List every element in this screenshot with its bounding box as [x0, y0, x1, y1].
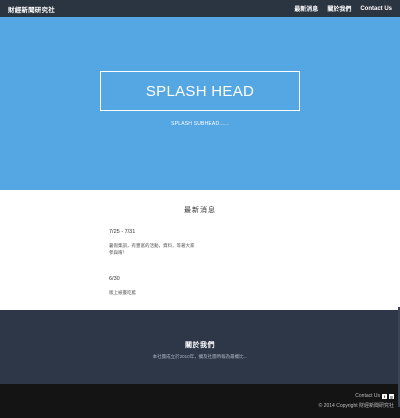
nav-link-about[interactable]: 關於我們 [327, 4, 351, 13]
splash-head-box: SPLASH HEAD [100, 71, 300, 111]
news-item-body: 暑假集訓，有豐富的活動，資料，等著大家 參與唷！ [109, 242, 259, 256]
nav-link-contact[interactable]: Contact Us [360, 6, 392, 12]
nav-link-news[interactable]: 最新消息 [294, 4, 318, 13]
news-item-body-line: 版上被臺吃藍 [109, 290, 136, 295]
splash-head-title: SPLASH HEAD [145, 82, 255, 100]
news-item-body-line: 參與唷！ [109, 250, 127, 255]
news-item-body-line: 暑假集訓，有豐富的活動，資料，等著大家 [109, 243, 195, 248]
footer-contact: Contact Us f g [355, 393, 394, 399]
splash-hero: SPLASH HEAD SPLASH SUBHEAD...... [0, 17, 400, 190]
news-item: 7/25 - 7/31 暑假集訓，有豐富的活動，資料，等著大家 參與唷！ [109, 229, 259, 256]
footer-copyright: © 2014 Copyright 財經新聞研究社 [318, 403, 394, 409]
about-section-text: 本社團成立於2010年，擴及社團時報為最權比... [152, 354, 248, 359]
nav-links: 最新消息 關於我們 Contact Us [294, 4, 392, 14]
about-section: 關於我們 本社團成立於2010年，擴及社團時報為最權比... [0, 310, 400, 384]
about-section-title: 關於我們 [185, 342, 215, 349]
news-section-title: 最新消息 [184, 207, 216, 214]
news-item: 6/30 版上被臺吃藍 [109, 276, 259, 296]
news-item-date: 6/30 [109, 276, 120, 282]
google-plus-icon[interactable]: g [389, 393, 394, 399]
top-navbar: 財經新聞研究社 最新消息 關於我們 Contact Us [0, 0, 400, 17]
splash-subhead: SPLASH SUBHEAD...... [171, 121, 229, 127]
footer-contact-label[interactable]: Contact Us [355, 393, 380, 399]
news-item-body: 版上被臺吃藍 [109, 289, 259, 296]
facebook-icon[interactable]: f [382, 393, 387, 399]
page-scrollbar[interactable] [396, 17, 400, 418]
site-brand[interactable]: 財經新聞研究社 [8, 4, 55, 14]
page-footer: Contact Us f g © 2014 Copyright 財經新聞研究社 [0, 384, 400, 418]
news-item-date: 7/25 - 7/31 [109, 229, 136, 235]
news-section: 最新消息 7/25 - 7/31 暑假集訓，有豐富的活動，資料，等著大家 參與唷… [0, 190, 400, 310]
